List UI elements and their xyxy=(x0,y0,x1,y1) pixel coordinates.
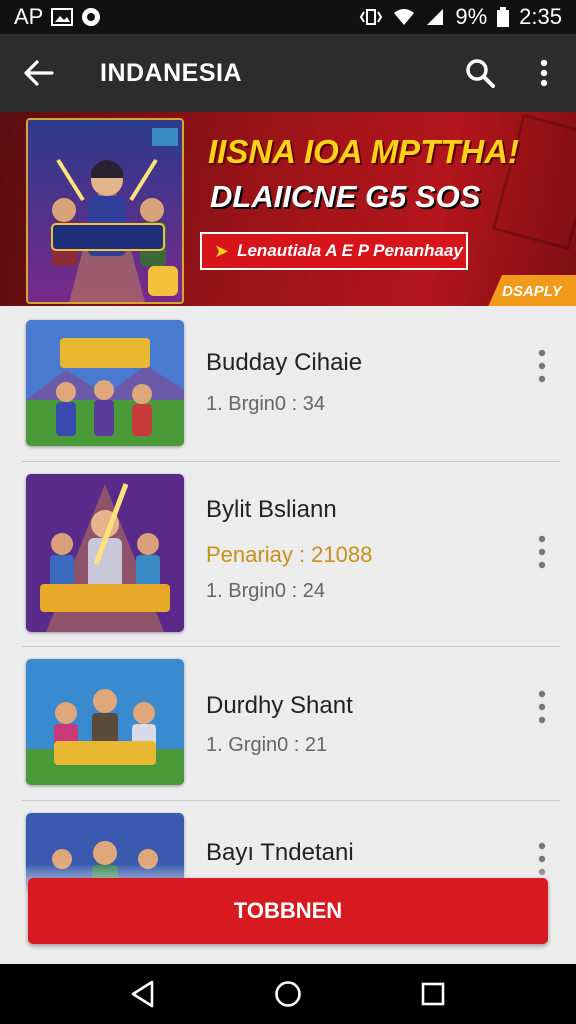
signal-icon xyxy=(425,8,445,26)
circle-home-icon xyxy=(275,981,301,1007)
game-thumbnail xyxy=(26,474,184,632)
nav-home-button[interactable] xyxy=(258,964,318,1024)
notification-dot-icon xyxy=(81,7,101,27)
status-bar: AP 9% 2:35 xyxy=(0,0,576,34)
app-bar: INDANESIA xyxy=(0,34,576,112)
game-thumbnail xyxy=(26,659,184,785)
game-price: Penariay : 21088 xyxy=(206,542,373,567)
item-more-button[interactable] xyxy=(530,530,554,574)
game-title: Bylit Bsliann xyxy=(206,496,337,523)
more-vertical-icon xyxy=(538,690,546,724)
game-meta: 1. Brgin0 : 34 xyxy=(206,393,325,415)
list-item[interactable]: Budday Cihaie 1. Brgin0 : 34 xyxy=(22,306,560,462)
image-notification-icon xyxy=(51,8,74,26)
item-more-button[interactable] xyxy=(530,685,554,729)
back-button[interactable] xyxy=(0,34,78,112)
banner-headline: IISNA IOA MPTTHA! xyxy=(208,133,520,170)
vibrate-icon xyxy=(359,8,383,26)
nav-recents-button[interactable] xyxy=(403,964,463,1024)
more-vertical-icon xyxy=(538,349,546,383)
status-left: AP xyxy=(14,4,101,30)
game-meta: 1. Grgin0 : 21 xyxy=(206,734,328,756)
banner-cta-button[interactable]: ➤ Lenautiala A E P Penanhaay xyxy=(200,232,468,270)
battery-icon xyxy=(497,7,510,27)
battery-percent: 9% xyxy=(455,4,488,29)
triangle-back-icon xyxy=(131,980,153,1008)
clock: 2:35 xyxy=(519,4,562,29)
nav-back-button[interactable] xyxy=(113,964,173,1024)
game-meta: 1. Brgin0 : 24 xyxy=(206,580,325,602)
search-icon xyxy=(466,59,495,88)
square-recents-icon xyxy=(422,982,445,1006)
banner-subheadline: DLAIICNE G5 SOS xyxy=(210,179,481,214)
game-title: Budday Cihaie xyxy=(206,349,363,376)
more-vertical-icon xyxy=(540,59,548,87)
game-thumbnail xyxy=(26,320,184,446)
status-right: 9% 2:35 xyxy=(359,4,562,30)
arrow-back-icon xyxy=(24,60,54,86)
item-more-button[interactable] xyxy=(530,344,554,388)
primary-action-button[interactable]: TOBBNEN xyxy=(28,878,548,944)
banner-cta-label: Lenautiala A E P Penanhaay xyxy=(237,241,463,260)
screen: AP 9% 2:35 INDANESIA IISNA IOA MPTTHA! D… xyxy=(0,0,576,1024)
more-vertical-icon xyxy=(538,535,546,569)
wifi-icon xyxy=(393,8,415,26)
system-nav-bar xyxy=(0,964,576,1024)
page-title: INDANESIA xyxy=(100,58,243,87)
banner-tag: DSAPLY xyxy=(488,275,576,306)
search-button[interactable] xyxy=(448,34,512,112)
overflow-menu-button[interactable] xyxy=(512,34,576,112)
carrier-label: AP xyxy=(14,4,44,29)
game-title: Bayı Tndetani xyxy=(206,839,354,866)
play-arrow-icon: ➤ xyxy=(214,240,230,261)
list-item[interactable]: Durdhy Shant 1. Grgin0 : 21 xyxy=(22,647,560,801)
promo-banner[interactable]: IISNA IOA MPTTHA! DLAIICNE G5 SOS ➤ Lena… xyxy=(0,112,576,306)
list-item[interactable]: Bylit Bsliann Penariay : 21088 1. Brgin0… xyxy=(22,462,560,647)
banner-game-art xyxy=(26,118,184,304)
game-title: Durdhy Shant xyxy=(206,692,353,719)
